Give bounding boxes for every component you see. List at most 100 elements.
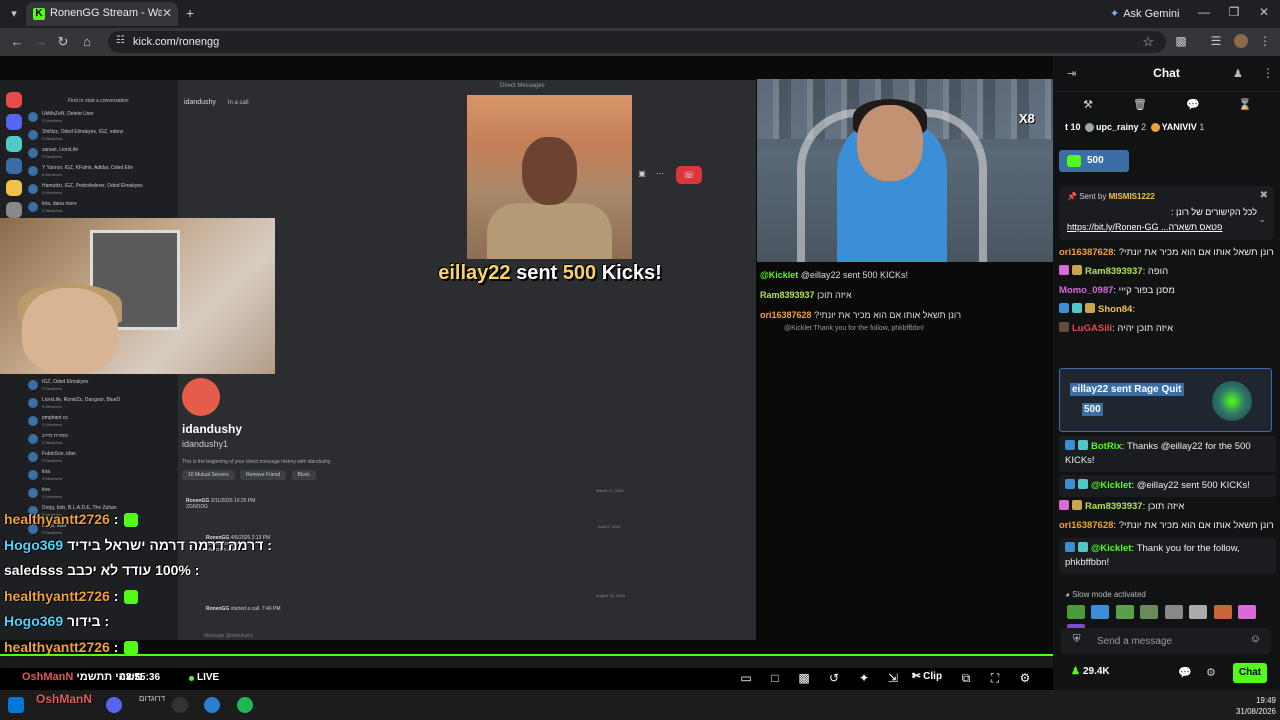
facecam-guest — [0, 218, 275, 374]
emote[interactable] — [1189, 605, 1208, 619]
dm-item[interactable]: IGZ, Oded Elmakyes 3 Members — [28, 378, 176, 394]
emoji-icon[interactable]: ☺ — [1250, 633, 1261, 645]
dm-item[interactable]: UkMoZeN, Delete User 3 Members — [28, 110, 176, 126]
browser-menu-icon[interactable]: ⋮ — [1257, 34, 1273, 48]
chat-username[interactable]: @Kicklet — [1091, 480, 1131, 491]
subtitles-icon[interactable]: ▩ — [796, 671, 812, 685]
overlay-chat-line: Hogo369 : בידור — [4, 613, 284, 639]
fullscreen-icon[interactable]: ⛶ — [987, 671, 1003, 686]
dm-item[interactable]: kira, dana more 3 Members — [28, 200, 176, 216]
start-icon[interactable] — [8, 697, 24, 713]
chat-username[interactable]: Ram8393937 — [1085, 266, 1143, 277]
minimize-player-icon[interactable]: ⇲ — [885, 671, 901, 685]
chat-username[interactable]: ori16387628 — [1059, 247, 1113, 258]
pinned-message[interactable]: 📌 Sent by MISMIS1222 ✖ לכל הקישורים של ר… — [1059, 186, 1274, 240]
forward-icon[interactable]: → — [33, 34, 49, 50]
dm-item[interactable]: Hamuttzi, IGZ, Pedrofederer, Oded Elmaky… — [28, 182, 176, 198]
dm-item[interactable]: Y Yarinoi, IGZ, KFafnir, Adidar, Oded El… — [28, 164, 176, 180]
chat-text: הופה — [1147, 266, 1169, 277]
dm-item-members: 3 Members — [42, 118, 63, 123]
trash-icon[interactable]: 🗑 — [1133, 98, 1147, 111]
stream-video[interactable]: Direct Messages Find or start a conversa… — [0, 56, 1053, 668]
dm-item-members: 8 Members — [42, 172, 63, 177]
extensions-icon[interactable]: ▩ — [1173, 34, 1189, 48]
chat-send-button[interactable]: Chat — [1233, 663, 1267, 683]
site-info-icon[interactable]: ☷ — [116, 35, 125, 46]
more-options-icon: ⋯ — [656, 169, 664, 178]
dm-item[interactable]: kira 3 Members — [28, 486, 176, 502]
theater-mode-icon[interactable]: ▭ — [738, 671, 754, 685]
chat-bubble-icon[interactable]: 💬 — [1178, 666, 1192, 679]
minimize-icon[interactable]: — — [1194, 5, 1214, 19]
send-message-input[interactable] — [1097, 632, 1237, 650]
ask-gemini-button[interactable]: ✦ Ask Gemini — [1104, 5, 1185, 23]
emote[interactable] — [1115, 605, 1134, 619]
emote[interactable] — [1213, 605, 1232, 619]
chat-username[interactable]: Ram8393937 — [1085, 501, 1143, 512]
shield-icon[interactable]: ⛨ — [1073, 634, 1081, 645]
edge-icon[interactable] — [204, 697, 220, 713]
sparkle-icon[interactable]: ✦ — [856, 671, 872, 685]
address-bar[interactable]: ☷ kick.com/ronengg ☆ — [108, 31, 1166, 53]
dm-item[interactable]: pmphant cs 3 Members — [28, 414, 176, 430]
user-badge-icon — [1085, 303, 1095, 313]
browser-tab-bar: ▾ K RonenGG Stream - Watch Live o ✕ + ✦A… — [0, 0, 1280, 28]
hammer-icon[interactable]: ⚒ — [1081, 98, 1095, 111]
chat-message: ori16387628: רונן תשאל אותו אם הוא מכיר … — [1059, 519, 1276, 533]
dm-item[interactable]: ShiNzz, Oded Elmakyes, IGZ, edenz 5 Membe… — [28, 128, 176, 144]
crop-icon[interactable]: □ — [767, 671, 783, 685]
tab-close-icon[interactable]: ✕ — [162, 6, 172, 20]
dm-item[interactable]: kira 3 Members — [28, 468, 176, 484]
chat-more-icon[interactable]: ⋮ — [1262, 66, 1274, 80]
back-icon[interactable]: ← — [9, 34, 25, 50]
chat-username[interactable]: Momo_0987 — [1059, 285, 1113, 296]
reload-icon[interactable]: ↻ — [55, 34, 71, 50]
emote[interactable] — [1238, 605, 1257, 619]
dm-item[interactable]: מסירת מידע 3 Members — [28, 432, 176, 448]
discord-icon[interactable] — [106, 697, 122, 713]
home-icon[interactable]: ⌂ — [79, 34, 95, 50]
chat-username[interactable]: BotRix — [1091, 441, 1122, 452]
chat-settings-icon[interactable]: ⚙ — [1206, 666, 1216, 679]
chat-username[interactable]: ori16387628 — [1059, 520, 1113, 531]
kick-goal-pill[interactable]: 500 — [1059, 150, 1129, 172]
reading-list-icon[interactable]: ☰ — [1208, 34, 1224, 48]
settings-icon[interactable]: ⚙ — [1017, 671, 1033, 685]
chat-users-icon[interactable]: ♟ — [1233, 67, 1243, 80]
os-taskbar: OshManN דרוגדום 19:49 31/08/2026 — [0, 690, 1280, 720]
rewind-icon[interactable]: ↺ — [826, 671, 842, 685]
dm-item[interactable]: sansei, LiorsLife 3 Members — [28, 146, 176, 162]
stream-chat-line: @Kicklet @eillay22 sent 500 KICKs! — [760, 265, 1050, 285]
chat-username[interactable]: Shon84 — [1098, 304, 1132, 315]
overlay-chat-user: healthyantt2726 — [4, 511, 110, 527]
chevron-down-icon[interactable]: ⌄ — [1258, 214, 1266, 225]
pinned-link[interactable]: https://bit.ly/Ronen-GG ...פטאס תשארה — [1067, 222, 1257, 232]
reaction-image-face — [522, 137, 577, 205]
gifter-name: t 10 — [1065, 122, 1081, 132]
picture-in-picture-icon[interactable]: ⧉ — [958, 671, 974, 686]
unpin-icon[interactable]: ✖ — [1260, 190, 1268, 201]
chat-bubble-icon[interactable]: 💬 — [1186, 98, 1200, 111]
dm-item-members: 3 Members — [42, 440, 63, 445]
chat-username[interactable]: LuGASili — [1072, 323, 1112, 334]
window-close-icon[interactable]: ✕ — [1254, 5, 1274, 19]
profile-avatar[interactable] — [1234, 34, 1248, 48]
hourglass-icon[interactable]: ⌛ — [1238, 98, 1252, 111]
emote[interactable] — [1067, 605, 1085, 619]
tab-search-icon[interactable]: ▾ — [6, 6, 22, 22]
dm-item[interactable]: LiorsLife, RomiiZz, Dangoor, BlueD 5 Memb… — [28, 396, 176, 412]
obs-icon[interactable] — [172, 697, 188, 713]
restore-icon[interactable]: ❐ — [1224, 5, 1244, 19]
rage-quit-amount: 500 — [1082, 403, 1103, 416]
chat-username[interactable]: @Kicklet — [1091, 543, 1131, 554]
block-button: Block — [291, 470, 316, 480]
browser-tab[interactable]: K RonenGG Stream - Watch Live o ✕ — [26, 2, 178, 26]
bookmark-star-icon[interactable]: ☆ — [1142, 34, 1154, 50]
clip-button[interactable]: ✄ Clip — [912, 671, 942, 682]
emote[interactable] — [1091, 605, 1110, 619]
emote[interactable] — [1140, 605, 1159, 619]
new-tab-icon[interactable]: + — [186, 5, 194, 21]
dm-item[interactable]: FubinSon, idan 3 Members — [28, 450, 176, 466]
emote[interactable] — [1164, 605, 1183, 619]
spotify-icon[interactable] — [237, 697, 253, 713]
